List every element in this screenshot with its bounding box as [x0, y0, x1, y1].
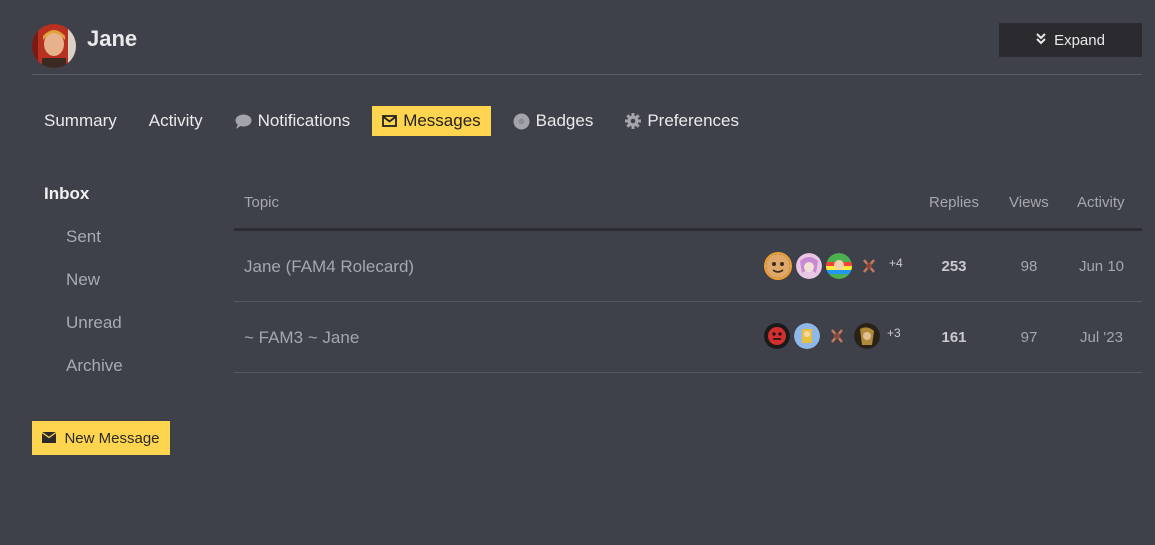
posters: +3: [764, 323, 901, 349]
poster-avatar[interactable]: [826, 253, 852, 279]
views-count: 98: [1020, 258, 1038, 275]
tab-badges-label: Badges: [535, 111, 594, 130]
expand-button[interactable]: Expand: [999, 23, 1142, 57]
comment-icon: [235, 114, 252, 129]
poster-avatar[interactable]: [764, 252, 792, 280]
profile-nav: Summary Activity Notifications Messages …: [34, 106, 761, 136]
messages-sidebar: Inbox Sent New Unread Archive: [44, 172, 204, 387]
table-row: Jane (FAM4 Rolecard) +4 253 98 Jun 10: [234, 231, 1142, 302]
column-views-header[interactable]: Views: [1009, 194, 1049, 211]
replies-count[interactable]: 253: [924, 258, 984, 275]
column-activity-header[interactable]: Activity: [1077, 194, 1125, 211]
tab-messages[interactable]: Messages: [372, 106, 491, 136]
sidebar-item-sent[interactable]: Sent: [44, 215, 204, 258]
sidebar-item-unread[interactable]: Unread: [44, 301, 204, 344]
tab-activity-label: Activity: [148, 111, 203, 130]
tab-messages-label: Messages: [403, 111, 481, 130]
envelope-icon: [382, 115, 398, 127]
poster-avatar[interactable]: [794, 323, 820, 349]
tab-summary-label: Summary: [44, 111, 117, 130]
tab-activity[interactable]: Activity: [139, 106, 213, 136]
poster-avatar[interactable]: [854, 323, 880, 349]
poster-avatar[interactable]: [856, 253, 882, 279]
tab-notifications[interactable]: Notifications: [225, 106, 361, 136]
sidebar-item-inbox[interactable]: Inbox: [44, 172, 204, 215]
posters: +4: [764, 252, 903, 280]
more-posters-count: +4: [889, 256, 903, 270]
views-count: 97: [1020, 329, 1038, 346]
column-topic-header[interactable]: Topic: [244, 194, 279, 211]
table-header: Topic Replies Views Activity: [234, 180, 1142, 231]
double-chevron-down-icon: [1036, 32, 1046, 49]
poster-avatar[interactable]: [824, 323, 850, 349]
activity-date[interactable]: Jul '23: [1069, 329, 1134, 346]
gear-icon: [625, 113, 642, 129]
badge-icon: [513, 113, 530, 130]
tab-notifications-label: Notifications: [257, 111, 351, 130]
tab-summary[interactable]: Summary: [34, 106, 127, 136]
tab-badges[interactable]: Badges: [503, 106, 604, 136]
topic-title[interactable]: Jane (FAM4 Rolecard): [244, 257, 414, 277]
more-posters-count: +3: [887, 326, 901, 340]
poster-avatar[interactable]: [764, 323, 790, 349]
envelope-icon: [42, 430, 57, 447]
topic-title[interactable]: ~ FAM3 ~ Jane: [244, 328, 359, 348]
table-row: ~ FAM3 ~ Jane +3 161 97 Jul '23: [234, 302, 1142, 373]
new-message-label: New Message: [64, 429, 160, 447]
replies-count[interactable]: 161: [924, 329, 984, 346]
profile-header: Jane Expand: [32, 22, 1142, 75]
new-message-button[interactable]: New Message: [32, 421, 170, 455]
activity-date[interactable]: Jun 10: [1069, 258, 1134, 275]
column-replies-header[interactable]: Replies: [929, 194, 979, 211]
poster-avatar[interactable]: [796, 253, 822, 279]
tab-preferences-label: Preferences: [647, 111, 740, 130]
user-avatar[interactable]: [32, 24, 76, 68]
expand-label: Expand: [1054, 31, 1105, 49]
sidebar-item-archive[interactable]: Archive: [44, 344, 204, 387]
message-topic-list: Topic Replies Views Activity Jane (FAM4 …: [234, 180, 1142, 373]
tab-preferences[interactable]: Preferences: [615, 106, 749, 136]
username: Jane: [87, 26, 138, 51]
sidebar-item-new[interactable]: New: [44, 258, 204, 301]
